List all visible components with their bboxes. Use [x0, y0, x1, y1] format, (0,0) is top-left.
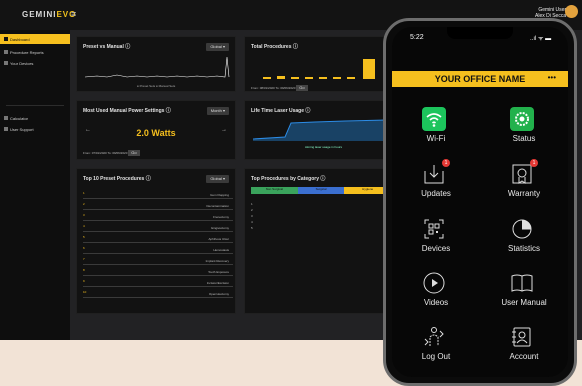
tile-videos[interactable]: Videos — [392, 253, 480, 311]
app-logo[interactable]: GEMINIEVO — [22, 10, 76, 19]
chart-caption: Aiming laser usage in hours — [305, 145, 343, 149]
chart-legend: ● Preset Sets ● Manual Sets — [137, 84, 176, 88]
sidebar-divider — [6, 105, 64, 106]
avatar[interactable] — [565, 5, 578, 18]
tile-user-manual[interactable]: User Manual — [480, 253, 568, 311]
phone-screen: 5:22 ..ıl ᯤ ▬ YOUR OFFICE NAME ••• Wi-Fi… — [392, 27, 568, 377]
office-header: YOUR OFFICE NAME ••• — [392, 71, 568, 87]
panel-lifetime-laser-usage: Life Time Laser Usage ⓘ Aiming laser usa… — [244, 100, 394, 160]
phone-notch — [447, 27, 513, 39]
panel-title: Top Procedures by Category ⓘ — [251, 176, 326, 182]
pie-chart-icon — [512, 219, 532, 239]
sidebar-item-procedure-reports[interactable]: Procedure Reports — [0, 47, 70, 57]
phone-clock: 5:22 — [410, 34, 424, 41]
tile-statistics[interactable]: Statistics — [480, 199, 568, 257]
qr-code-icon — [424, 219, 444, 239]
sidebar: Dashboard Procedure Reports Your Devices… — [0, 30, 70, 340]
tab-non-surgical[interactable]: Non Surgical — [251, 187, 298, 194]
panel-preset-vs-manual: Preset vs Manual ⓘ Global ▾ ● Preset Set… — [76, 36, 236, 92]
tab-surgical[interactable]: Surgical — [297, 187, 345, 194]
tile-updates[interactable]: 1 Updates — [392, 144, 480, 202]
play-icon — [423, 272, 445, 294]
book-icon — [511, 274, 533, 292]
tile-warranty[interactable]: 1 Warranty — [480, 144, 568, 202]
tile-wifi[interactable]: Wi-Fi — [392, 89, 480, 147]
tile-account[interactable]: Account — [480, 307, 568, 365]
sidebar-item-dashboard[interactable]: Dashboard — [0, 34, 70, 44]
tile-status[interactable]: Status — [480, 89, 568, 147]
menu-toggle-icon[interactable]: ≡ — [71, 9, 76, 19]
panel-procedures-by-category: Top Procedures by Category ⓘ Non Surgica… — [244, 168, 394, 314]
more-icon[interactable]: ••• — [548, 73, 556, 82]
office-name: YOUR OFFICE NAME — [434, 74, 526, 84]
panel-top10-presets: Top 10 Preset Procedures ⓘ Global ▾ 1 Gu… — [76, 168, 236, 314]
tile-devices[interactable]: Devices — [392, 199, 480, 257]
warranty-badge: 1 — [530, 159, 538, 167]
support-icon — [4, 127, 8, 131]
go-button[interactable]: Go — [296, 85, 308, 91]
panel-title: Most Used Manual Power Settings ⓘ — [83, 108, 171, 114]
device-icon — [4, 61, 8, 65]
go-button[interactable]: Go — [128, 150, 140, 156]
report-icon — [4, 50, 8, 54]
sidebar-item-devices[interactable]: Your Devices — [0, 58, 70, 68]
panel-most-used-power: Most Used Manual Power Settings ⓘ Month … — [76, 100, 236, 160]
account-book-icon — [512, 327, 531, 347]
sidebar-item-calculator[interactable]: Calculator — [0, 113, 70, 123]
date-range: From: 07/01/2020 To: 09/06/2020 Go — [83, 150, 140, 156]
tile-log-out[interactable]: Log Out — [392, 307, 480, 365]
sidebar-item-user-support[interactable]: User Support — [0, 124, 70, 134]
category-list: 12345 — [251, 202, 253, 230]
logout-icon — [424, 327, 444, 346]
from-date-input[interactable]: 08/31/2020 — [260, 86, 275, 90]
updates-badge: 1 — [442, 159, 450, 167]
power-setting-value: 2.0 Watts — [136, 128, 176, 138]
gear-icon — [510, 107, 534, 131]
from-date-input[interactable]: 07/01/2020 — [92, 151, 107, 155]
dashboard-icon — [4, 37, 8, 41]
panel-total-procedures: Total Procedures ⓘ From: 08/31/2020 To: … — [244, 36, 394, 92]
usage-area-chart — [252, 119, 386, 141]
panel-title: Top 10 Preset Procedures ⓘ — [83, 176, 151, 182]
status-icons: ..ıl ᯤ ▬ — [530, 36, 552, 42]
top10-scope-dropdown[interactable]: Global ▾ — [206, 175, 229, 183]
calculator-icon — [4, 116, 8, 120]
to-date-input[interactable]: 09/06/2020 — [112, 151, 127, 155]
to-date-input[interactable]: 09/06/2020 — [280, 86, 295, 90]
date-range: From: 08/31/2020 To: 09/06/2020 Go — [251, 85, 308, 91]
phone-device: 5:22 ..ıl ᯤ ▬ YOUR OFFICE NAME ••• Wi-Fi… — [383, 18, 577, 386]
category-tabs: Non Surgical Surgical Hygiene — [251, 187, 392, 194]
period-dropdown[interactable]: Month ▾ — [206, 107, 229, 115]
wifi-icon — [422, 107, 446, 131]
